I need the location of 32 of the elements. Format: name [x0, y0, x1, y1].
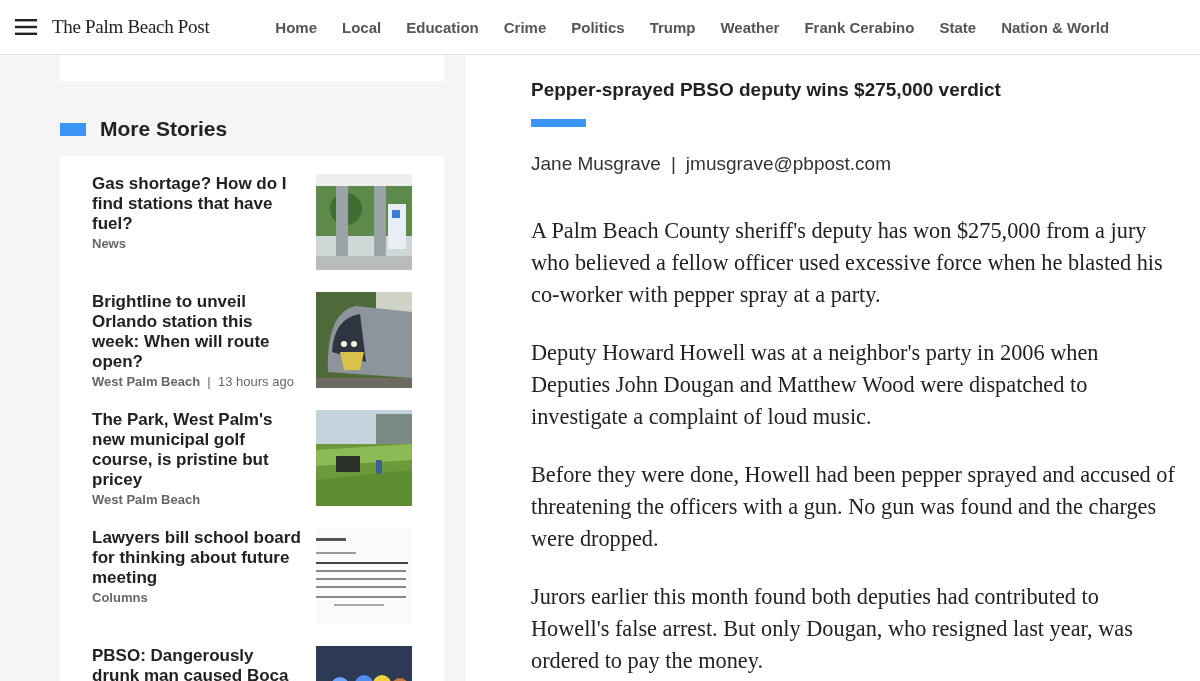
- headline-underline: [531, 119, 586, 127]
- nav-link[interactable]: Home: [275, 18, 318, 36]
- site-logo[interactable]: The Palm Beach Post: [52, 16, 210, 38]
- menu-icon[interactable]: [15, 19, 37, 35]
- nav-link[interactable]: Education: [406, 18, 479, 36]
- author-name: Jane Musgrave: [531, 153, 661, 175]
- nav-link[interactable]: Weather: [720, 18, 780, 36]
- nav-link[interactable]: Nation & World: [1001, 18, 1110, 36]
- story-meta: News: [92, 236, 127, 252]
- section-marker: [60, 122, 86, 136]
- nav-link[interactable]: Trump: [649, 18, 696, 36]
- story-headline[interactable]: The Park, West Palm's new municipal golf course, is pristine but pricey: [92, 410, 302, 490]
- article-paragraph: A Palm Beach County sheriff's deputy has won $275,000 from a jury who believed a fellow officer used excessive force when he blasted his co-worker with pepper spray at a party.: [531, 217, 1164, 309]
- article-paragraph: Jurors earlier this month found both deputies had contributed to Howell's false arrest. But only Dougan, who resigned last year, was ordered to pay the money.: [531, 583, 1134, 675]
- story-headline[interactable]: PBSO: Dangerously drunk man caused Boca: [92, 646, 302, 681]
- story-meta: West Palm Beach | 13 hours ago: [92, 374, 295, 390]
- nav-link[interactable]: Crime: [503, 18, 547, 36]
- story-meta: Columns: [92, 590, 149, 606]
- article-paragraph: Deputy Howard Howell was at a neighbor's party in 2006 when Deputies John Dougan and Matthew Wood were dispatched to investigate a complaint of loud music.: [531, 339, 1100, 431]
- article-paragraph: Before they were done, Howell had been pepper sprayed and accused of threatening the officers with a gun. No gun was found and the charges were dropped.: [531, 461, 1176, 553]
- story-meta: West Palm Beach: [92, 492, 202, 508]
- article-headline: Pepper-sprayed PBSO deputy wins $275,000 verdict: [531, 79, 1002, 101]
- nav-link[interactable]: State: [939, 18, 977, 36]
- story-headline[interactable]: Gas shortage? How do I find stations that have fuel?: [92, 174, 302, 234]
- section-title: More Stories: [100, 117, 228, 141]
- nav-link[interactable]: Frank Cerabino: [804, 18, 915, 36]
- byline-divider: |: [670, 153, 676, 175]
- story-headline[interactable]: Brightline to unveil Orlando station this week: When will route open?: [92, 292, 302, 372]
- nav-link[interactable]: Local: [342, 18, 382, 36]
- author-email[interactable]: jmusgrave@pbpost.com: [685, 153, 891, 175]
- nav-link[interactable]: Politics: [571, 18, 625, 36]
- story-headline[interactable]: Lawyers bill school board for thinking about future meeting: [92, 528, 302, 588]
